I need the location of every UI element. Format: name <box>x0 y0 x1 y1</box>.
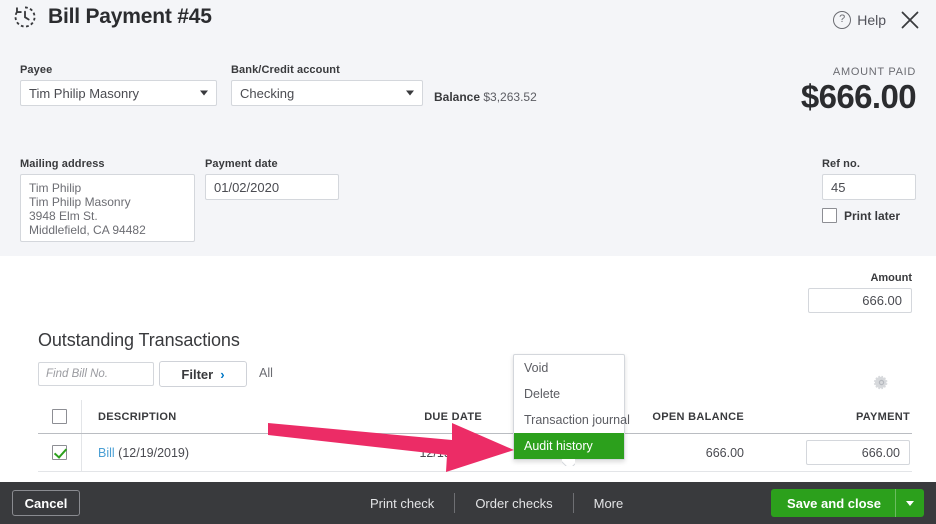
mailing-line-3: 3948 Elm St. <box>29 209 98 223</box>
cell-open-balance: 666.00 <box>705 445 744 460</box>
cell-payment: 666.00 <box>756 440 912 465</box>
title-group: Bill Payment #45 <box>12 4 212 30</box>
amount-paid-caption: AMOUNT PAID <box>832 66 916 78</box>
more-link[interactable]: More <box>574 496 644 511</box>
more-actions-context-menu: Void Delete Transaction journal Audit hi… <box>513 354 630 460</box>
chevron-right-icon: › <box>220 366 225 382</box>
menu-item-transaction-journal[interactable]: Transaction journal <box>514 407 630 433</box>
column-header-description: DESCRIPTION <box>98 410 177 423</box>
ref-no-group: Ref no. 45 <box>822 158 916 200</box>
bank-account-label: Bank/Credit account <box>231 64 340 76</box>
balance-display: Balance $3,263.52 <box>434 90 537 104</box>
mailing-line-1: Tim Philip <box>29 181 82 195</box>
ref-no-input[interactable]: 45 <box>822 174 916 200</box>
all-filter-link[interactable]: All <box>259 366 273 380</box>
bank-account-select[interactable]: Checking <box>231 80 423 106</box>
context-menu-caret <box>562 459 575 466</box>
print-later-checkbox-group[interactable]: Print later <box>822 208 900 223</box>
ref-no-label: Ref no. <box>822 158 860 170</box>
mailing-line-4: Middlefield, CA 94482 <box>29 223 146 237</box>
balance-value: $3,263.52 <box>483 90 537 104</box>
ref-no-value: 45 <box>831 179 846 195</box>
question-mark-icon: ? <box>833 11 852 29</box>
payment-date-value: 01/02/2020 <box>214 179 280 195</box>
save-and-close-button[interactable]: Save and close <box>771 489 924 517</box>
history-clock-icon <box>12 4 38 30</box>
table-header-row: DESCRIPTION DUE DATE AMOUNT OPEN BALANCE… <box>38 400 912 434</box>
amount-label: Amount <box>870 272 912 284</box>
payment-value: 666.00 <box>861 445 900 460</box>
select-all-cell[interactable] <box>38 400 82 433</box>
chevron-down-icon <box>200 90 208 96</box>
help-label: Help <box>857 12 886 28</box>
payee-field-group: Payee Tim Philip Masonry <box>20 64 217 106</box>
column-header-open-balance: OPEN BALANCE <box>652 410 744 423</box>
bill-link[interactable]: Bill <box>98 446 115 460</box>
print-later-checkbox[interactable] <box>822 208 837 223</box>
order-checks-link[interactable]: Order checks <box>455 496 572 511</box>
bank-account-field-group: Bank/Credit account Checking <box>231 64 423 106</box>
bill-payment-window: Bill Payment #45 ? Help Payee Tim Philip… <box>0 0 936 524</box>
footer-links: Print check Order checks More <box>350 493 643 513</box>
column-header-due-date: DUE DATE <box>424 410 482 423</box>
find-bill-no-input[interactable] <box>46 368 146 380</box>
amount-field-group: Amount 666.00 <box>808 272 912 313</box>
cancel-button[interactable]: Cancel <box>12 490 80 516</box>
menu-item-audit-history[interactable]: Audit history <box>514 433 624 459</box>
mailing-line-2: Tim Philip Masonry <box>29 195 131 209</box>
row-select-cell[interactable] <box>38 434 82 471</box>
chevron-down-icon <box>406 90 414 96</box>
payment-date-input[interactable]: 01/02/2020 <box>205 174 339 200</box>
mailing-address-textarea[interactable]: Tim Philip Tim Philip Masonry 3948 Elm S… <box>20 174 195 242</box>
help-button[interactable]: ? Help <box>833 11 886 29</box>
bank-account-value: Checking <box>240 85 295 101</box>
amount-paid-value: $666.00 <box>800 78 917 115</box>
close-x-icon[interactable] <box>898 8 922 32</box>
column-header-payment: PAYMENT <box>855 410 910 423</box>
table-row[interactable]: Bill (12/19/2019) 12/19/2019 666.00 666.… <box>38 434 912 472</box>
filter-label: Filter <box>181 366 214 382</box>
header-actions: ? Help <box>833 8 922 32</box>
payee-label: Payee <box>20 64 53 76</box>
cell-due-date: 12/19/2019 <box>419 445 482 460</box>
mailing-address-group: Mailing address Tim Philip Tim Philip Ma… <box>20 158 195 242</box>
amount-paid-display: AMOUNT PAID $666.00 <box>800 66 917 115</box>
balance-label: Balance <box>434 90 481 104</box>
payment-date-label: Payment date <box>205 158 278 170</box>
gear-icon[interactable] <box>873 374 890 391</box>
amount-input[interactable]: 666.00 <box>808 288 912 313</box>
page-title: Bill Payment #45 <box>48 5 212 28</box>
menu-item-void[interactable]: Void <box>514 355 624 381</box>
outstanding-transactions-table: DESCRIPTION DUE DATE AMOUNT OPEN BALANCE… <box>38 400 912 472</box>
filter-button[interactable]: Filter › <box>159 361 247 387</box>
payee-value: Tim Philip Masonry <box>29 85 140 101</box>
menu-item-delete[interactable]: Delete <box>514 381 624 407</box>
cell-description: Bill (12/19/2019) <box>82 446 378 460</box>
row-checkbox-checked[interactable] <box>52 445 67 460</box>
payment-date-group: Payment date 01/02/2020 <box>205 158 339 200</box>
print-later-label: Print later <box>844 208 901 223</box>
find-bill-no-field[interactable] <box>38 362 154 386</box>
outstanding-transactions-title: Outstanding Transactions <box>38 330 240 350</box>
payment-input[interactable]: 666.00 <box>806 440 910 465</box>
footer-bar: Cancel Print check Order checks More Sav… <box>0 482 936 524</box>
payee-select[interactable]: Tim Philip Masonry <box>20 80 217 106</box>
save-and-close-label: Save and close <box>787 495 881 511</box>
mailing-address-label: Mailing address <box>20 158 105 170</box>
print-check-link[interactable]: Print check <box>350 496 454 511</box>
chevron-down-icon[interactable] <box>896 500 924 506</box>
window-header: Bill Payment #45 ? Help <box>0 0 936 44</box>
form-panel: Bill Payment #45 ? Help Payee Tim Philip… <box>0 0 936 256</box>
amount-value: 666.00 <box>862 293 902 308</box>
select-all-checkbox[interactable] <box>52 409 67 424</box>
bill-date-text: (12/19/2019) <box>118 445 190 460</box>
